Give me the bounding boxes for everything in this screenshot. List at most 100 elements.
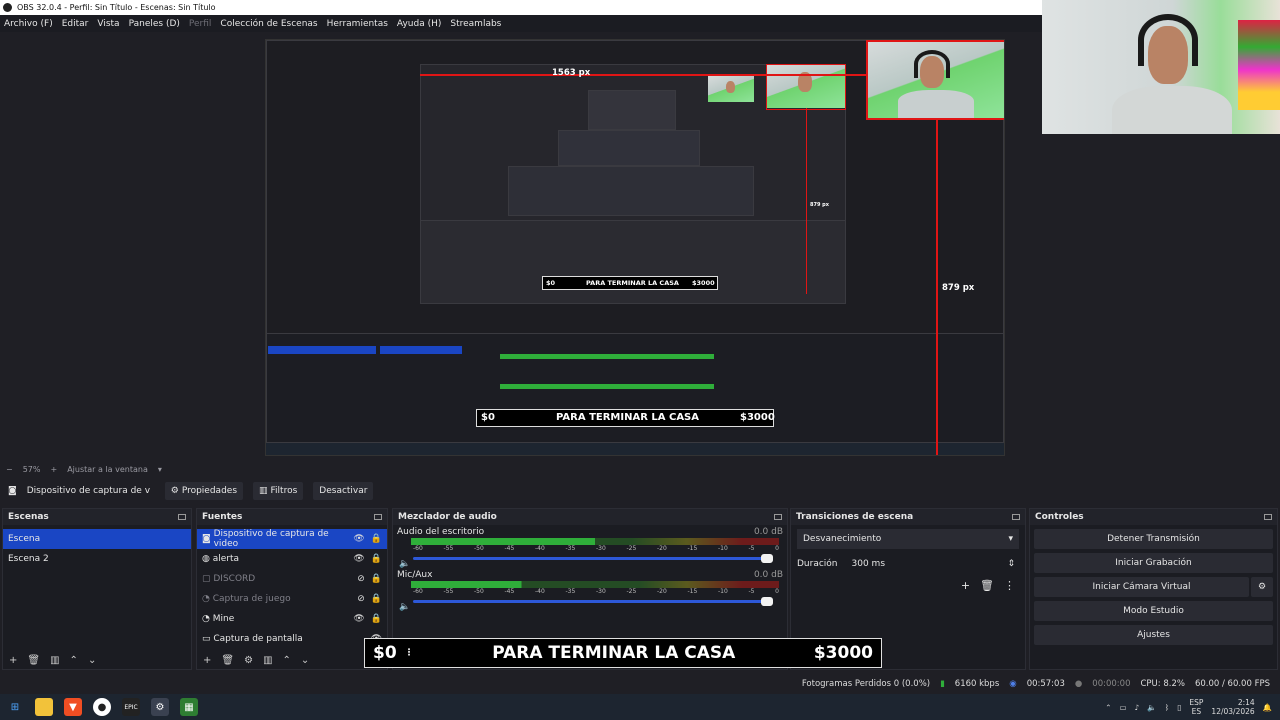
lock-icon[interactable]: 🔒: [371, 534, 382, 544]
properties-button[interactable]: ⚙ Propiedades: [164, 482, 244, 500]
menu-vista[interactable]: Vista: [97, 19, 119, 29]
mixer-header: Mezclador de audio: [393, 509, 787, 525]
file-explorer-icon[interactable]: [35, 698, 53, 716]
epic-games-icon[interactable]: EPIC: [122, 698, 140, 716]
eye-icon[interactable]: 👁: [353, 554, 364, 564]
obs-taskbar-icon[interactable]: ●: [93, 698, 111, 716]
volume-icon[interactable]: 🔈: [1147, 703, 1156, 712]
chevron-up-icon[interactable]: ⌃: [1105, 703, 1111, 712]
menu-streamlabs[interactable]: Streamlabs: [450, 19, 501, 29]
windows-start-icon[interactable]: ⊞: [6, 698, 24, 716]
menu-paneles[interactable]: Paneles (D): [129, 19, 180, 29]
deactivate-button[interactable]: Desactivar: [313, 482, 374, 500]
menu-perfil[interactable]: Perfil: [189, 19, 212, 29]
nested-preview-layer: [588, 90, 676, 130]
window-icon: ▢: [202, 574, 214, 584]
more-icon: ⋮: [404, 648, 414, 658]
nested-taskbar: [266, 443, 1004, 455]
bluetooth-icon[interactable]: ᛒ: [1165, 703, 1170, 712]
scene-item[interactable]: Escena: [3, 529, 191, 549]
language-indicator[interactable]: ESP ES: [1189, 698, 1203, 716]
gear-icon[interactable]: ⚙: [1251, 577, 1273, 597]
scene-item[interactable]: Escena 2: [3, 549, 191, 569]
nested-large-left: $0: [481, 412, 495, 423]
guide-line-horizontal: [420, 74, 866, 76]
filter-icon[interactable]: ▥: [263, 655, 272, 666]
cpu-usage: CPU: 8.2%: [1140, 679, 1185, 689]
dock-maximize-icon[interactable]: [774, 514, 782, 520]
channel-db: 0.0 dB: [753, 527, 783, 537]
chevron-down-icon[interactable]: ⌄: [88, 655, 96, 666]
source-item[interactable]: ◔ Mine 👁 🔒: [197, 609, 387, 629]
lock-icon[interactable]: 🔒: [371, 594, 382, 604]
add-icon[interactable]: +: [961, 579, 970, 592]
add-icon[interactable]: +: [9, 655, 17, 666]
eye-icon[interactable]: 👁: [353, 614, 364, 624]
selection-box[interactable]: [866, 40, 1004, 120]
chevron-down-icon[interactable]: ⌄: [301, 655, 309, 666]
dock-maximize-icon[interactable]: [374, 514, 382, 520]
menu-herramientas[interactable]: Herramientas: [327, 19, 388, 29]
network-icon[interactable]: ▭: [1120, 703, 1127, 712]
zoom-out-button[interactable]: −: [6, 465, 13, 474]
trash-icon[interactable]: 🗑: [27, 655, 40, 666]
eye-hidden-icon[interactable]: ⊘: [357, 574, 365, 584]
menu-ayuda[interactable]: Ayuda (H): [397, 19, 441, 29]
settings-taskbar-icon[interactable]: ⚙: [151, 698, 169, 716]
windows-taskbar: ⊞ ▼ ● EPIC ⚙ ▦ ⌃ ▭ ♪ 🔈 ᛒ ▯ ESP ES 2:14 12/…: [0, 694, 1280, 720]
source-item[interactable]: ▭ Captura de pantalla👁: [197, 629, 387, 649]
trash-icon[interactable]: 🗑: [980, 579, 994, 592]
add-icon[interactable]: +: [203, 655, 211, 666]
lock-icon[interactable]: 🔒: [371, 614, 382, 624]
mixer-channel: Mic/Aux 0.0 dB -60 -55 -50 -45 -40 -35 -30 -25 -2…: [393, 560, 787, 612]
start-virtual-camera-button[interactable]: Iniciar Cámara Virtual: [1034, 577, 1249, 597]
battery-icon[interactable]: ▯: [1177, 703, 1181, 712]
dock-maximize-icon[interactable]: [178, 514, 186, 520]
speaker-icon[interactable]: 🔈: [399, 602, 410, 612]
chevron-up-icon[interactable]: ⌃: [70, 655, 78, 666]
duration-input[interactable]: 300 ms ⇕: [848, 555, 1019, 573]
donation-goal-overlay: $0 ⋮ PARA TERMINAR LA CASA $3000: [364, 638, 882, 668]
lock-icon[interactable]: 🔒: [371, 554, 382, 564]
slider-knob[interactable]: [761, 597, 773, 606]
fit-window-button[interactable]: Ajustar a la ventana: [67, 465, 148, 474]
dock-maximize-icon[interactable]: [1012, 514, 1020, 520]
program-preview[interactable]: $0 PARA TERMINAR LA CASA $3000 $0 PARA T…: [265, 39, 1005, 456]
stop-stream-button[interactable]: Detener Transmisión: [1034, 529, 1273, 549]
filters-button[interactable]: ▥ Filtros: [253, 482, 304, 500]
gear-icon[interactable]: ⚙: [244, 655, 253, 666]
studio-mode-button[interactable]: Modo Estudio: [1034, 601, 1273, 621]
eye-icon[interactable]: 👁: [353, 534, 364, 544]
minecraft-icon[interactable]: ▦: [180, 698, 198, 716]
goal-target: $3000: [813, 643, 873, 663]
nested-large-right: $3000: [740, 412, 775, 423]
controls-header: Controles: [1030, 509, 1277, 525]
notification-icon[interactable]: 🔔: [1263, 703, 1272, 712]
source-toolbar: ◙ Dispositivo de captura de v ⚙ Propiedad…: [0, 481, 1280, 501]
eye-hidden-icon[interactable]: ⊘: [357, 594, 365, 604]
settings-button[interactable]: Ajustes: [1034, 625, 1273, 645]
mic-icon[interactable]: ♪: [1135, 703, 1140, 712]
zoom-dropdown-icon[interactable]: ▾: [158, 465, 162, 474]
brave-browser-icon[interactable]: ▼: [64, 698, 82, 716]
menu-coleccion-escenas[interactable]: Colección de Escenas: [220, 19, 317, 29]
lock-icon[interactable]: 🔒: [371, 574, 382, 584]
more-icon[interactable]: ⋮: [1004, 579, 1015, 592]
source-item[interactable]: ◔ Captura de juego ⊘ 🔒: [197, 589, 387, 609]
filter-icon[interactable]: ▥: [50, 655, 59, 666]
dock-maximize-icon[interactable]: [1264, 514, 1272, 520]
chevron-up-icon[interactable]: ⌃: [283, 655, 291, 666]
filter-icon: ▥: [259, 486, 268, 496]
volume-slider[interactable]: [413, 597, 773, 606]
zoom-in-button[interactable]: +: [50, 465, 57, 474]
trash-icon[interactable]: 🗑: [221, 655, 234, 666]
spinner-icon[interactable]: ⇕: [1007, 559, 1015, 569]
source-item[interactable]: ◍ alerta 👁 🔒: [197, 549, 387, 569]
menu-editar[interactable]: Editar: [62, 19, 89, 29]
start-recording-button[interactable]: Iniciar Grabación: [1034, 553, 1273, 573]
clock[interactable]: 2:14 12/03/2026: [1211, 698, 1254, 716]
source-item[interactable]: ▢ DISCORD ⊘ 🔒: [197, 569, 387, 589]
transition-select[interactable]: Desvanecimiento ▾: [797, 529, 1019, 549]
menu-archivo[interactable]: Archivo (F): [4, 19, 53, 29]
source-item[interactable]: ◙ Dispositivo de captura de video 👁 🔒: [197, 529, 387, 549]
